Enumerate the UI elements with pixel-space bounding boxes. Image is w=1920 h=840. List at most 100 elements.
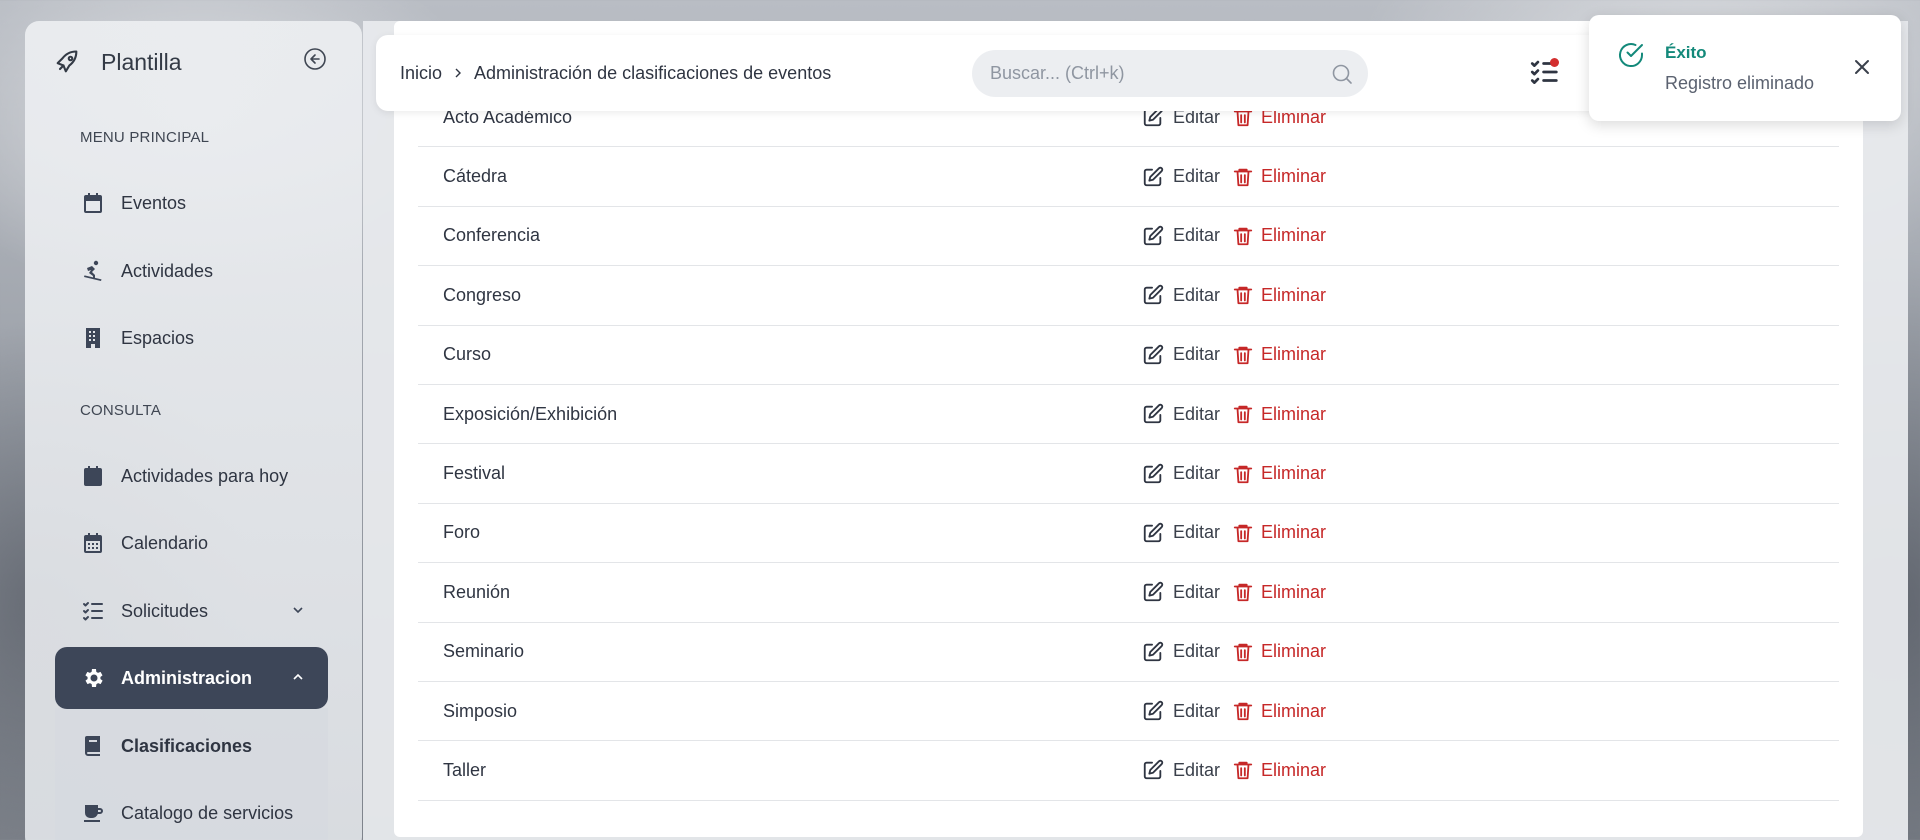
- trash-icon: [1232, 225, 1254, 247]
- delete-button[interactable]: Eliminar: [1232, 700, 1326, 722]
- tasks-list-icon: [80, 598, 106, 624]
- edit-icon: [1142, 700, 1164, 722]
- sidebar-item-solicitudes[interactable]: Solicitudes: [55, 580, 328, 642]
- collapse-sidebar-button[interactable]: [303, 47, 327, 76]
- edit-icon: [1142, 225, 1164, 247]
- edit-label: Editar: [1173, 225, 1221, 246]
- row-actions: Editar Eliminar: [1142, 166, 1326, 188]
- table-row: Foro Editar Eliminar: [418, 504, 1839, 564]
- search-icon[interactable]: [1330, 62, 1354, 86]
- arrow-left-circle-icon: [303, 47, 327, 76]
- sidebar-item-actividades[interactable]: Actividades: [55, 240, 328, 302]
- edit-label: Editar: [1173, 700, 1221, 721]
- trash-icon: [1232, 581, 1254, 603]
- row-name: Foro: [443, 522, 481, 543]
- search-input[interactable]: [990, 63, 1310, 84]
- delete-label: Eliminar: [1261, 225, 1327, 246]
- edit-button[interactable]: Editar: [1142, 522, 1220, 544]
- delete-label: Eliminar: [1261, 166, 1327, 187]
- trash-icon: [1232, 344, 1254, 366]
- edit-button[interactable]: Editar: [1142, 581, 1220, 603]
- sidebar-item-espacios[interactable]: Espacios: [55, 307, 328, 369]
- trash-icon: [1232, 463, 1254, 485]
- trash-icon: [1232, 403, 1254, 425]
- brand-name: Plantilla: [101, 48, 182, 75]
- edit-button[interactable]: Editar: [1142, 344, 1220, 366]
- edit-label: Editar: [1173, 581, 1221, 602]
- delete-label: Eliminar: [1261, 581, 1327, 602]
- delete-button[interactable]: Eliminar: [1232, 284, 1326, 306]
- tasks-notification-button[interactable]: [1528, 55, 1562, 89]
- sidebar-item-label: Actividades para hoy: [121, 465, 289, 486]
- sidebar-item-label: Actividades: [121, 260, 214, 281]
- gear-icon: [80, 665, 106, 691]
- edit-label: Editar: [1173, 463, 1221, 484]
- trash-icon: [1232, 166, 1254, 188]
- book-icon: [80, 733, 106, 759]
- close-icon[interactable]: [1850, 55, 1874, 79]
- row-name: Festival: [443, 463, 506, 484]
- edit-label: Editar: [1173, 344, 1221, 365]
- sidebar-item-clasificaciones[interactable]: Clasificaciones: [55, 715, 328, 777]
- delete-label: Eliminar: [1261, 344, 1327, 365]
- breadcrumb-current: Administración de clasificaciones de eve…: [474, 62, 832, 83]
- edit-button[interactable]: Editar: [1142, 403, 1220, 425]
- edit-icon: [1142, 344, 1164, 366]
- sidebar-item-label: Catalogo de servicios: [121, 802, 294, 823]
- row-actions: Editar Eliminar: [1142, 344, 1326, 366]
- row-name: Congreso: [443, 284, 522, 305]
- edit-icon: [1142, 641, 1164, 663]
- check-circle-icon: [1616, 40, 1646, 70]
- delete-button[interactable]: Eliminar: [1232, 403, 1326, 425]
- edit-button[interactable]: Editar: [1142, 759, 1220, 781]
- delete-button[interactable]: Eliminar: [1232, 759, 1326, 781]
- edit-button[interactable]: Editar: [1142, 225, 1220, 247]
- delete-label: Eliminar: [1261, 403, 1327, 424]
- trash-icon: [1232, 522, 1254, 544]
- table-row: Curso Editar Eliminar: [418, 326, 1839, 385]
- tasks-list-icon: [1528, 60, 1562, 93]
- edit-icon: [1142, 581, 1164, 603]
- delete-button[interactable]: Eliminar: [1232, 225, 1326, 247]
- delete-label: Eliminar: [1261, 759, 1327, 780]
- sidebar-item-actividades-hoy[interactable]: Actividades para hoy: [55, 445, 328, 507]
- sidebar-item-eventos[interactable]: Eventos: [55, 172, 328, 234]
- table-row: Exposición/Exhibición Editar Eliminar: [418, 385, 1839, 445]
- sidebar-item-label: Administracion: [121, 667, 253, 688]
- sidebar-item-label: Clasificaciones: [121, 735, 253, 756]
- success-toast: Éxito Registro eliminado: [1589, 15, 1901, 121]
- delete-button[interactable]: Eliminar: [1232, 581, 1326, 603]
- delete-button[interactable]: Eliminar: [1232, 522, 1326, 544]
- edit-button[interactable]: Editar: [1142, 700, 1220, 722]
- edit-button[interactable]: Editar: [1142, 284, 1220, 306]
- calendar-icon: [80, 190, 106, 216]
- sidebar-item-administracion[interactable]: Administracion: [55, 647, 328, 709]
- edit-icon: [1142, 166, 1164, 188]
- delete-button[interactable]: Eliminar: [1232, 166, 1326, 188]
- edit-button[interactable]: Editar: [1142, 463, 1220, 485]
- sidebar-item-calendario[interactable]: Calendario: [55, 512, 328, 574]
- delete-button[interactable]: Eliminar: [1232, 641, 1326, 663]
- row-actions: Editar Eliminar: [1142, 641, 1326, 663]
- row-actions: Editar Eliminar: [1142, 225, 1326, 247]
- edit-button[interactable]: Editar: [1142, 166, 1220, 188]
- row-name: Simposio: [443, 700, 518, 721]
- row-name: Cátedra: [443, 166, 508, 187]
- table-row: Conferencia Editar Eliminar: [418, 207, 1839, 267]
- table-row: Cátedra Editar Eliminar: [418, 147, 1839, 207]
- breadcrumb-home[interactable]: Inicio: [400, 63, 442, 84]
- sidebar-item-catalogo-servicios[interactable]: Catalogo de servicios: [55, 782, 328, 840]
- edit-label: Editar: [1173, 641, 1221, 662]
- row-name: Curso: [443, 344, 492, 365]
- edit-icon: [1142, 759, 1164, 781]
- toast-message: Registro eliminado: [1665, 73, 1815, 93]
- brand[interactable]: Plantilla: [53, 38, 182, 86]
- delete-button[interactable]: Eliminar: [1232, 344, 1326, 366]
- calendar-day-icon: [80, 463, 106, 489]
- row-actions: Editar Eliminar: [1142, 284, 1326, 306]
- edit-button[interactable]: Editar: [1142, 641, 1220, 663]
- delete-button[interactable]: Eliminar: [1232, 463, 1326, 485]
- trash-icon: [1232, 641, 1254, 663]
- edit-label: Editar: [1173, 166, 1221, 187]
- sidebar-item-label: Solicitudes: [121, 600, 209, 621]
